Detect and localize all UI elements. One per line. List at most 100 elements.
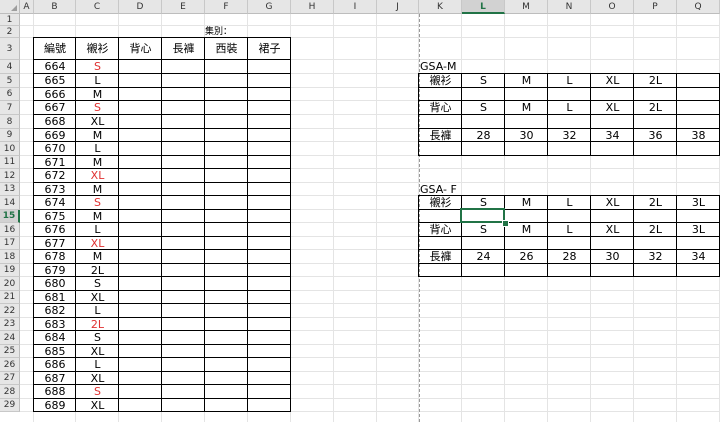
size-value-cell[interactable]: L — [548, 74, 591, 88]
row-header[interactable]: 6 — [0, 88, 20, 101]
column-header[interactable]: L — [462, 0, 505, 14]
record-id-cell[interactable]: 686 — [34, 358, 76, 372]
size-value-cell[interactable] — [677, 74, 720, 88]
size-row-label[interactable]: 長褲 — [419, 250, 462, 264]
size-value-cell[interactable]: 2L — [634, 223, 677, 237]
row-header[interactable]: 21 — [0, 291, 20, 304]
size-value-cell[interactable]: S — [462, 223, 505, 237]
shirt-size-cell[interactable]: S — [76, 277, 119, 291]
row-header[interactable]: 4 — [0, 60, 20, 74]
row-header[interactable]: 28 — [0, 385, 20, 399]
row-header[interactable]: 16 — [0, 223, 20, 237]
record-id-cell[interactable]: 684 — [34, 331, 76, 345]
select-all-corner[interactable] — [0, 0, 20, 14]
table-header-cell[interactable]: 編號 — [34, 38, 76, 60]
size-value-cell[interactable]: 28 — [548, 250, 591, 264]
size-value-cell[interactable]: L — [548, 196, 591, 210]
column-header[interactable]: F — [205, 0, 248, 14]
size-row-label[interactable]: 襯衫 — [419, 74, 462, 88]
row-header[interactable]: 23 — [0, 318, 20, 331]
row-header[interactable]: 17 — [0, 237, 20, 250]
row-header[interactable]: 9 — [0, 129, 20, 142]
table-header-cell[interactable]: 西裝 — [205, 38, 248, 60]
record-id-cell[interactable]: 678 — [34, 250, 76, 264]
size-value-cell[interactable]: 3L — [677, 223, 720, 237]
record-id-cell[interactable]: 667 — [34, 101, 76, 115]
size-value-cell[interactable]: M — [505, 196, 548, 210]
size-value-cell[interactable]: XL — [591, 74, 634, 88]
row-header[interactable]: 29 — [0, 399, 20, 412]
shirt-size-cell[interactable]: L — [76, 74, 119, 88]
table-header-cell[interactable]: 背心 — [119, 38, 162, 60]
column-header[interactable]: N — [548, 0, 591, 14]
column-header[interactable]: J — [377, 0, 419, 14]
shirt-size-cell[interactable]: L — [76, 142, 119, 156]
shirt-size-cell[interactable]: S — [76, 385, 119, 399]
size-value-cell[interactable]: 34 — [677, 250, 720, 264]
column-header[interactable]: E — [162, 0, 205, 14]
row-header[interactable]: 11 — [0, 156, 20, 169]
column-header[interactable]: D — [119, 0, 162, 14]
column-header[interactable]: H — [291, 0, 334, 14]
column-header[interactable]: M — [505, 0, 548, 14]
size-value-cell[interactable]: S — [462, 74, 505, 88]
row-header[interactable]: 26 — [0, 358, 20, 372]
size-value-cell[interactable]: 2L — [634, 74, 677, 88]
row-header[interactable]: 15 — [0, 210, 20, 223]
size-value-cell[interactable]: 26 — [505, 250, 548, 264]
record-id-cell[interactable]: 688 — [34, 385, 76, 399]
size-value-cell[interactable]: M — [505, 101, 548, 115]
shirt-size-cell[interactable]: S — [76, 331, 119, 345]
shirt-size-cell[interactable]: L — [76, 304, 119, 318]
size-value-cell[interactable]: 30 — [591, 250, 634, 264]
table-header-cell[interactable]: 襯衫 — [76, 38, 119, 60]
size-value-cell[interactable] — [677, 101, 720, 115]
shirt-size-cell[interactable]: L — [76, 358, 119, 372]
column-header[interactable]: B — [34, 0, 76, 14]
row-header[interactable]: 20 — [0, 277, 20, 291]
column-header[interactable]: K — [419, 0, 462, 14]
row-header[interactable]: 18 — [0, 250, 20, 264]
size-value-cell[interactable]: XL — [591, 196, 634, 210]
row-header[interactable]: 12 — [0, 169, 20, 183]
record-id-cell[interactable]: 674 — [34, 196, 76, 210]
size-row-label[interactable]: 背心 — [419, 101, 462, 115]
row-header[interactable]: 2 — [0, 26, 20, 38]
size-value-cell[interactable]: XL — [591, 101, 634, 115]
column-header[interactable]: P — [634, 0, 677, 14]
record-id-cell[interactable]: 664 — [34, 60, 76, 74]
record-id-cell[interactable]: 680 — [34, 277, 76, 291]
row-header[interactable]: 19 — [0, 264, 20, 277]
shirt-size-cell[interactable]: M — [76, 250, 119, 264]
size-value-cell[interactable]: 24 — [462, 250, 505, 264]
record-id-cell[interactable]: 682 — [34, 304, 76, 318]
row-header[interactable]: 1 — [0, 14, 20, 26]
table-header-cell[interactable]: 長褲 — [162, 38, 205, 60]
column-header[interactable]: I — [334, 0, 377, 14]
column-header[interactable]: C — [76, 0, 119, 14]
row-header[interactable]: 8 — [0, 115, 20, 129]
table-header-cell[interactable]: 裙子 — [248, 38, 291, 60]
spreadsheet-grid[interactable]: A B C D E F G H I J K L M N O P Q 1 2 3 4 5 6 7 8 9 10 11 12 13 14 15 16… — [0, 0, 720, 422]
column-header[interactable]: A — [20, 0, 34, 14]
row-header[interactable]: 10 — [0, 142, 20, 156]
size-value-cell[interactable]: XL — [591, 223, 634, 237]
size-table-title[interactable]: GSA-M — [420, 60, 506, 74]
shirt-size-cell[interactable]: S — [76, 60, 119, 74]
size-row-label[interactable]: 襯衫 — [419, 196, 462, 210]
size-value-cell[interactable]: M — [505, 223, 548, 237]
shirt-size-cell[interactable]: S — [76, 101, 119, 115]
row-header[interactable]: 22 — [0, 304, 20, 318]
row-header[interactable]: 3 — [0, 38, 20, 60]
size-value-cell[interactable]: L — [548, 223, 591, 237]
row-header[interactable]: 25 — [0, 345, 20, 358]
row-header[interactable]: 5 — [0, 74, 20, 88]
shirt-size-cell[interactable]: XL — [76, 169, 119, 183]
row-header[interactable]: 13 — [0, 183, 20, 196]
column-header[interactable]: G — [248, 0, 291, 14]
row-header[interactable]: 14 — [0, 196, 20, 210]
record-id-cell[interactable]: 665 — [34, 74, 76, 88]
row-header[interactable]: 7 — [0, 101, 20, 115]
record-id-cell[interactable]: 670 — [34, 142, 76, 156]
size-value-cell[interactable]: 32 — [634, 250, 677, 264]
